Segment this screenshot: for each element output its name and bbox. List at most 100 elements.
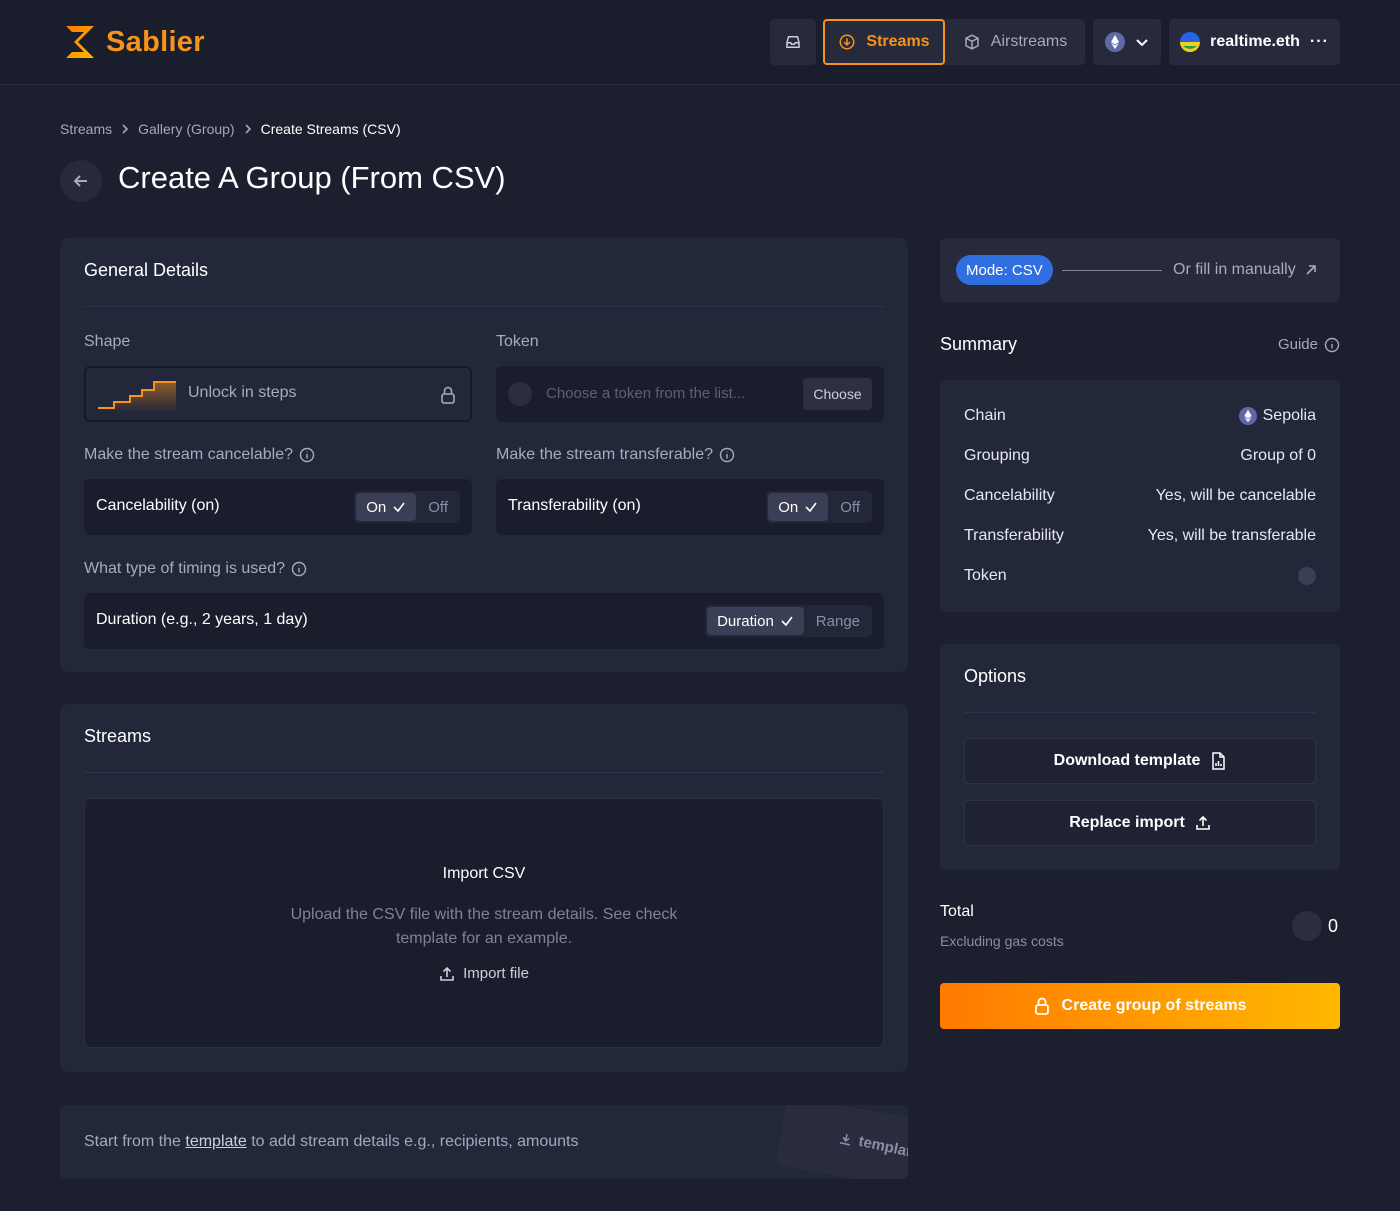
summary-key: Token — [964, 567, 1007, 584]
nav-airstreams-tab[interactable]: Airstreams — [945, 19, 1085, 65]
on-label: On — [366, 498, 387, 516]
divider — [84, 306, 884, 307]
cancel-question: Make the stream cancelable? — [84, 446, 315, 464]
cancelability-toggle: On Off — [354, 491, 460, 523]
import-file-button[interactable]: Import file — [85, 965, 883, 982]
on-label: On — [778, 498, 799, 516]
chevron-right-icon — [245, 124, 251, 134]
timing-text: Duration (e.g., 2 years, 1 day) — [96, 611, 308, 628]
csv-dropzone[interactable]: Import CSV Upload the CSV file with the … — [84, 798, 884, 1048]
total-token-icon — [1292, 911, 1322, 941]
timing-toggle: Duration Range — [705, 605, 872, 637]
summary-row-token: Token — [964, 564, 1316, 588]
total-subtitle: Excluding gas costs — [940, 933, 1064, 949]
summary-key: Cancelability — [964, 487, 1055, 504]
top-bar: Sablier Streams Airstreams realtime.eth … — [0, 0, 1400, 85]
token-field[interactable]: Choose a token from the list... Choose — [496, 366, 884, 422]
cancel-question-text: Make the stream cancelable? — [84, 446, 293, 463]
shape-label: Shape — [84, 333, 131, 350]
fill-manually-label: Or fill in manually — [1173, 261, 1296, 278]
nav-streams-label: Streams — [866, 33, 930, 50]
guide-link[interactable]: Guide — [1278, 336, 1340, 353]
shape-field[interactable]: Unlock in steps — [84, 366, 472, 422]
breadcrumb: Streams Gallery (Group) Create Streams (… — [60, 121, 401, 137]
summary-row-transferability: Transferability Yes, will be transferabl… — [964, 524, 1316, 548]
create-group-button[interactable]: Create group of streams — [940, 983, 1340, 1029]
more-dots-icon: ··· — [1309, 33, 1329, 50]
replace-import-label: Replace import — [1069, 814, 1185, 831]
summary-row-grouping: Grouping Group of 0 — [964, 444, 1316, 468]
import-file-label: Import file — [463, 965, 529, 982]
guide-label: Guide — [1277, 336, 1318, 353]
info-icon — [1324, 337, 1340, 352]
cancel-on-button[interactable]: On — [356, 493, 417, 521]
info-icon[interactable] — [299, 447, 315, 463]
transferability-text: Transferability (on) — [508, 497, 641, 514]
mode-card: Mode: CSV Or fill in manually — [940, 238, 1340, 302]
mode-csv-pill: Mode: CSV — [956, 255, 1053, 285]
breadcrumb-streams[interactable]: Streams — [60, 121, 112, 137]
back-button[interactable] — [60, 160, 102, 202]
breadcrumb-gallery[interactable]: Gallery (Group) — [138, 121, 234, 137]
choose-token-button[interactable]: Choose — [803, 378, 872, 410]
transfer-question-text: Make the stream transferable? — [496, 446, 713, 463]
template-hint: Start from the template to add stream de… — [60, 1105, 908, 1179]
ethereum-icon — [1105, 32, 1125, 52]
chain-selector[interactable] — [1093, 19, 1161, 65]
account-button[interactable]: realtime.eth ··· — [1169, 19, 1340, 65]
logo[interactable]: Sablier — [64, 24, 205, 60]
nav-streams-tab[interactable]: Streams — [823, 19, 945, 65]
hint-prefix: Start from the — [84, 1133, 186, 1150]
token-label: Token — [496, 333, 539, 350]
timing-duration-button[interactable]: Duration — [707, 607, 804, 635]
transfer-off-button[interactable]: Off — [828, 499, 872, 516]
replace-import-button[interactable]: Replace import — [964, 800, 1316, 846]
page-title: Create A Group (From CSV) — [118, 160, 506, 195]
divider — [84, 772, 884, 773]
import-csv-title: Import CSV — [442, 865, 526, 882]
lock-icon — [1034, 997, 1049, 1015]
info-icon[interactable] — [291, 561, 307, 577]
download-template-button[interactable]: Download template — [964, 738, 1316, 784]
upload-icon — [1195, 815, 1210, 830]
hint-suffix: to add stream details e.g., recipients, … — [246, 1133, 579, 1150]
nav-tabs: Streams Airstreams — [823, 19, 1085, 65]
summary-value — [1298, 567, 1316, 585]
template-link[interactable]: template — [185, 1133, 246, 1150]
timing-question: What type of timing is used? — [84, 560, 307, 578]
cube-icon — [965, 34, 979, 50]
cancel-off-button[interactable]: Off — [416, 499, 460, 516]
total-value: 0 — [1328, 916, 1339, 936]
arrow-up-right-icon — [1306, 265, 1316, 275]
summary-value: Yes, will be cancelable — [1155, 487, 1316, 504]
avatar — [1180, 32, 1201, 52]
info-icon[interactable] — [719, 447, 735, 463]
general-details-title: General Details — [84, 260, 209, 280]
summary-key: Chain — [964, 407, 1006, 424]
breadcrumb-current: Create Streams (CSV) — [260, 121, 401, 137]
inbox-button[interactable] — [770, 19, 816, 65]
file-chart-icon — [1212, 752, 1226, 770]
check-icon — [393, 502, 405, 513]
streams-title: Streams — [84, 726, 152, 746]
cancelability-text: Cancelability (on) — [96, 497, 220, 514]
check-icon — [781, 616, 793, 627]
chevron-right-icon — [122, 124, 129, 134]
arrow-left-icon — [73, 175, 87, 187]
chevron-down-icon — [1136, 39, 1148, 47]
shape-value: Unlock in steps — [188, 384, 297, 401]
token-placeholder-icon — [1298, 567, 1316, 585]
timing-row: Duration (e.g., 2 years, 1 day) Duration… — [84, 593, 884, 649]
timing-range-button[interactable]: Range — [804, 613, 872, 630]
transfer-on-button[interactable]: On — [768, 493, 829, 521]
upload-icon — [440, 966, 454, 981]
transfer-question: Make the stream transferable? — [496, 446, 735, 464]
general-details-card: General Details Shape Unlock in steps To… — [60, 238, 908, 672]
options-title: Options — [964, 666, 1027, 686]
download-circle-icon — [839, 34, 855, 50]
lock-icon — [441, 386, 455, 404]
fill-manually-link[interactable]: Or fill in manually — [1173, 261, 1318, 279]
summary-key: Grouping — [964, 447, 1030, 464]
download-template-label: Download template — [1053, 752, 1201, 769]
summary-value: Sepolia — [1238, 407, 1316, 425]
